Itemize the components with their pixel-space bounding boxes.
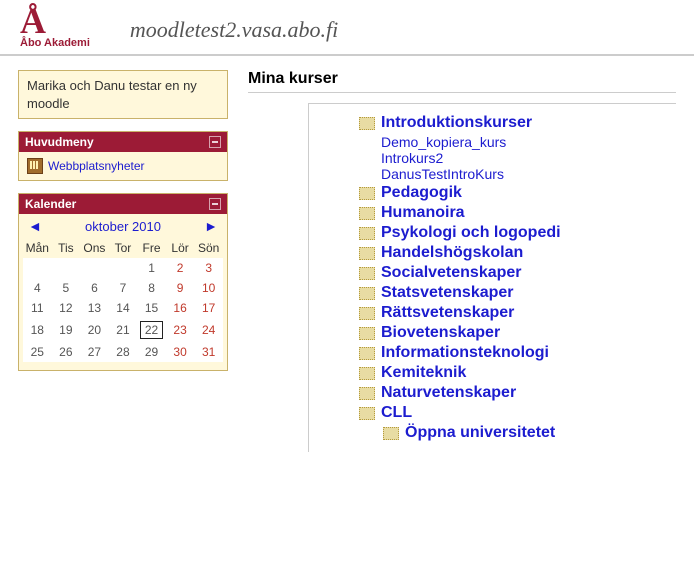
folder-icon bbox=[359, 247, 375, 260]
calendar-weekday: Fre bbox=[137, 238, 166, 258]
page-title: Mina kurser bbox=[248, 70, 676, 93]
calendar-day bbox=[109, 258, 138, 278]
calendar-weekday: Ons bbox=[80, 238, 109, 258]
mainmenu-header: Huvudmeny bbox=[19, 132, 227, 152]
calendar-day[interactable]: 20 bbox=[80, 318, 109, 342]
calendar-day[interactable]: 2 bbox=[166, 258, 195, 278]
notice-text: Marika och Danu testar en ny moodle bbox=[19, 71, 227, 118]
calendar-day[interactable]: 7 bbox=[109, 278, 138, 298]
category-link[interactable]: Rättsvetenskaper bbox=[381, 304, 514, 322]
site-title: moodletest2.vasa.abo.fi bbox=[130, 17, 338, 49]
calendar-day[interactable]: 10 bbox=[194, 278, 223, 298]
forum-icon bbox=[27, 158, 43, 174]
mainmenu-block: Huvudmeny Webbplatsnyheter bbox=[18, 131, 228, 181]
calendar-day[interactable]: 26 bbox=[52, 342, 81, 362]
category-link[interactable]: Pedagogik bbox=[381, 184, 462, 202]
calendar-day[interactable]: 5 bbox=[52, 278, 81, 298]
calendar-day[interactable]: 19 bbox=[52, 318, 81, 342]
category-link[interactable]: Informationsteknologi bbox=[381, 344, 549, 362]
course-link[interactable]: Introkurs2 bbox=[381, 150, 443, 166]
calendar-day[interactable]: 3 bbox=[194, 258, 223, 278]
calendar-day[interactable]: 11 bbox=[23, 298, 52, 318]
calendar-day[interactable]: 21 bbox=[109, 318, 138, 342]
folder-icon bbox=[359, 407, 375, 420]
calendar-day[interactable]: 30 bbox=[166, 342, 195, 362]
collapse-icon[interactable] bbox=[209, 198, 221, 210]
category-link[interactable]: Kemiteknik bbox=[381, 364, 466, 382]
calendar-day[interactable]: 6 bbox=[80, 278, 109, 298]
course-tree: Introduktionskurser Demo_kopiera_kursIntr… bbox=[308, 103, 676, 452]
calendar-day[interactable]: 31 bbox=[194, 342, 223, 362]
course-link[interactable]: DanusTestIntroKurs bbox=[381, 166, 504, 182]
folder-icon bbox=[383, 427, 399, 440]
folder-icon bbox=[359, 347, 375, 360]
folder-icon bbox=[359, 267, 375, 280]
folder-icon bbox=[359, 207, 375, 220]
calendar-month-link[interactable]: oktober 2010 bbox=[85, 219, 161, 234]
logo-letter: Å bbox=[20, 5, 90, 37]
calendar-day[interactable]: 8 bbox=[137, 278, 166, 298]
calendar-header: Kalender bbox=[19, 194, 227, 214]
calendar-day bbox=[52, 258, 81, 278]
sitenews-link[interactable]: Webbplatsnyheter bbox=[48, 159, 145, 173]
calendar-day[interactable]: 16 bbox=[166, 298, 195, 318]
calendar-day[interactable]: 23 bbox=[166, 318, 195, 342]
calendar-weekday: Sön bbox=[194, 238, 223, 258]
collapse-icon[interactable] bbox=[209, 136, 221, 148]
calendar-table: MånTisOnsTorFreLörSön 123456789101112131… bbox=[23, 238, 223, 362]
calendar-weekday: Tor bbox=[109, 238, 138, 258]
calendar-day[interactable]: 14 bbox=[109, 298, 138, 318]
calendar-day[interactable]: 9 bbox=[166, 278, 195, 298]
folder-icon bbox=[359, 117, 375, 130]
folder-icon bbox=[359, 387, 375, 400]
calendar-day[interactable]: 13 bbox=[80, 298, 109, 318]
calendar-day bbox=[23, 258, 52, 278]
course-link[interactable]: Demo_kopiera_kurs bbox=[381, 134, 506, 150]
calendar-prev-icon[interactable]: ◄ bbox=[25, 218, 45, 234]
folder-icon bbox=[359, 227, 375, 240]
category-link[interactable]: Socialvetenskaper bbox=[381, 264, 522, 282]
calendar-block: Kalender ◄ oktober 2010 ► MånTisOnsTorFr… bbox=[18, 193, 228, 371]
calendar-weekday: Tis bbox=[52, 238, 81, 258]
category-link[interactable]: Introduktionskurser bbox=[381, 114, 532, 132]
folder-icon bbox=[359, 187, 375, 200]
folder-icon bbox=[359, 327, 375, 340]
sidebar: Marika och Danu testar en ny moodle Huvu… bbox=[18, 70, 228, 383]
calendar-day[interactable]: 15 bbox=[137, 298, 166, 318]
main-content: Mina kurser Introduktionskurser Demo_kopi… bbox=[248, 70, 676, 452]
notice-block: Marika och Danu testar en ny moodle bbox=[18, 70, 228, 119]
folder-icon bbox=[359, 307, 375, 320]
subcategory-link[interactable]: Öppna universitetet bbox=[405, 424, 555, 442]
calendar-day[interactable]: 27 bbox=[80, 342, 109, 362]
calendar-day[interactable]: 25 bbox=[23, 342, 52, 362]
category-link[interactable]: Humanoira bbox=[381, 204, 465, 222]
calendar-day[interactable]: 29 bbox=[137, 342, 166, 362]
calendar-day[interactable]: 12 bbox=[52, 298, 81, 318]
calendar-day[interactable]: 17 bbox=[194, 298, 223, 318]
category-link[interactable]: Biovetenskaper bbox=[381, 324, 500, 342]
calendar-day bbox=[80, 258, 109, 278]
category-link[interactable]: Handelshögskolan bbox=[381, 244, 523, 262]
logo-text: Åbo Akademi bbox=[20, 37, 90, 49]
calendar-day[interactable]: 4 bbox=[23, 278, 52, 298]
site-header: Å Åbo Akademi moodletest2.vasa.abo.fi bbox=[0, 0, 694, 56]
calendar-day[interactable]: 22 bbox=[137, 318, 166, 342]
calendar-title: Kalender bbox=[25, 197, 76, 211]
folder-icon bbox=[359, 287, 375, 300]
calendar-day[interactable]: 24 bbox=[194, 318, 223, 342]
calendar-next-icon[interactable]: ► bbox=[201, 218, 221, 234]
site-logo: Å Åbo Akademi bbox=[20, 5, 90, 49]
category-link[interactable]: Statsvetenskaper bbox=[381, 284, 514, 302]
calendar-weekday: Mån bbox=[23, 238, 52, 258]
category-link[interactable]: Naturvetenskaper bbox=[381, 384, 516, 402]
category-link[interactable]: Psykologi och logopedi bbox=[381, 224, 561, 242]
calendar-day[interactable]: 28 bbox=[109, 342, 138, 362]
folder-icon bbox=[359, 367, 375, 380]
calendar-day[interactable]: 18 bbox=[23, 318, 52, 342]
calendar-day[interactable]: 1 bbox=[137, 258, 166, 278]
calendar-weekday: Lör bbox=[166, 238, 195, 258]
category-link[interactable]: CLL bbox=[381, 404, 412, 422]
mainmenu-title: Huvudmeny bbox=[25, 135, 94, 149]
